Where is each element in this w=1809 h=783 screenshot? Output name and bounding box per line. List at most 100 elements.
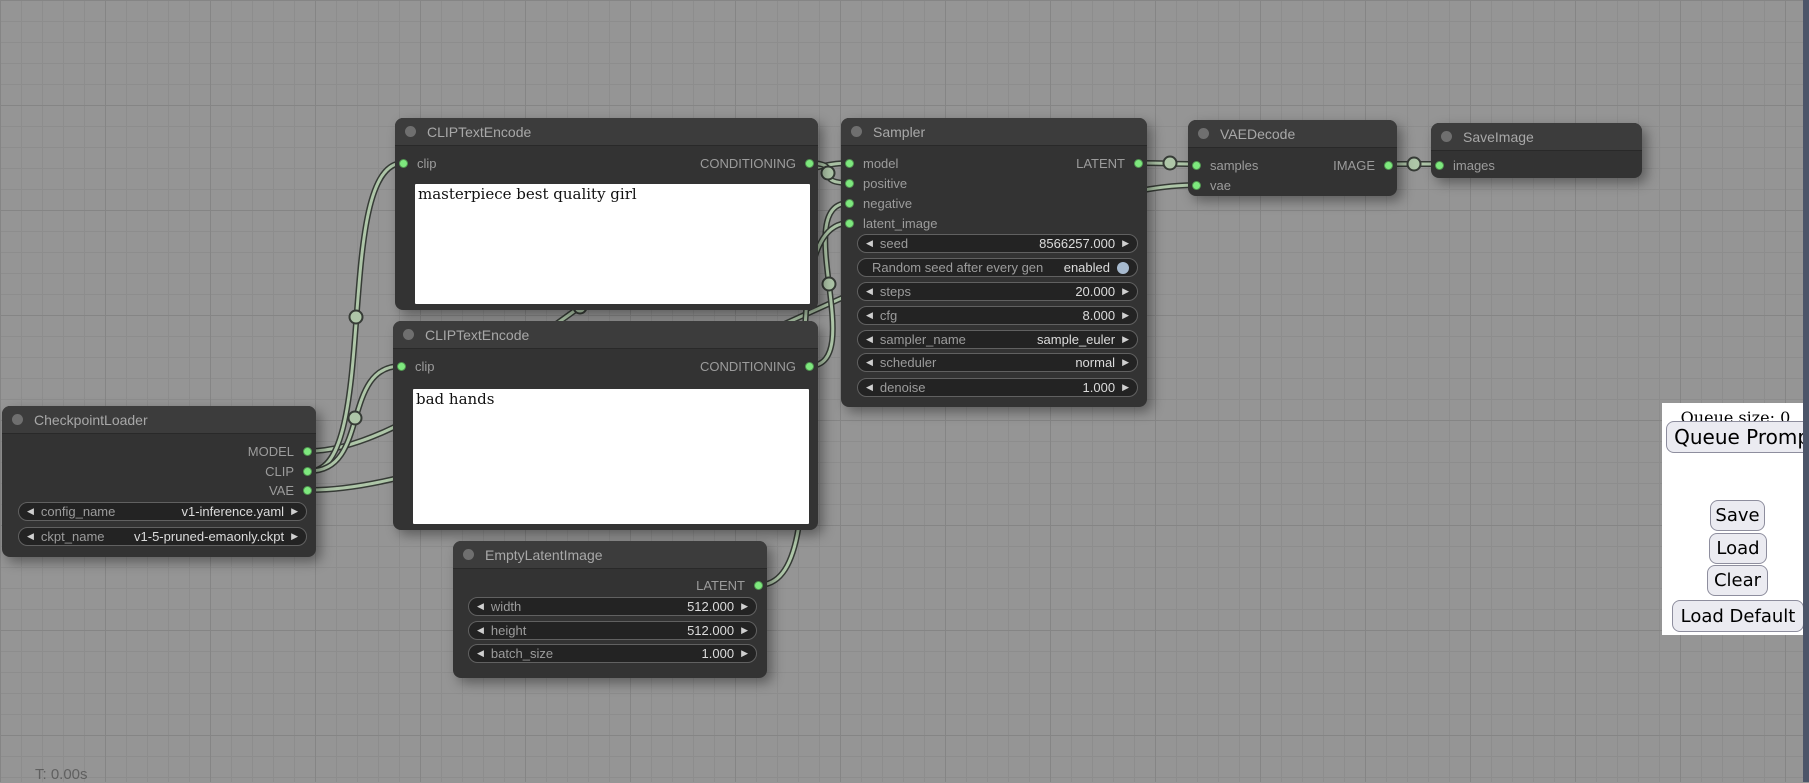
node-empty-latent-image[interactable]: EmptyLatentImage LATENT ◀ width 512.000 … bbox=[453, 541, 767, 678]
input-slot-positive: positive bbox=[841, 174, 1147, 192]
prompt-textarea-negative[interactable]: bad hands bbox=[413, 389, 809, 524]
node-title-bar[interactable]: CheckpointLoader bbox=[2, 406, 316, 434]
output-dot[interactable] bbox=[754, 581, 763, 590]
queue-prompt-button[interactable]: Queue Prompt bbox=[1666, 421, 1809, 453]
decrement-arrow-icon[interactable]: ◀ bbox=[866, 358, 873, 367]
node-title-bar[interactable]: SaveImage bbox=[1431, 123, 1642, 151]
widget-value: enabled bbox=[1064, 260, 1110, 275]
input-dot[interactable] bbox=[1192, 181, 1201, 190]
output-slot-latent: LATENT bbox=[841, 154, 1147, 172]
increment-arrow-icon[interactable]: ▶ bbox=[741, 626, 748, 635]
decrement-arrow-icon[interactable]: ◀ bbox=[477, 602, 484, 611]
output-dot[interactable] bbox=[303, 467, 312, 476]
node-title-bar[interactable]: EmptyLatentImage bbox=[453, 541, 767, 569]
slot-label: LATENT bbox=[696, 578, 745, 593]
node-title-bar[interactable]: CLIPTextEncode bbox=[393, 321, 818, 349]
increment-arrow-icon[interactable]: ▶ bbox=[1122, 383, 1129, 392]
node-save-image[interactable]: SaveImage images bbox=[1431, 123, 1642, 178]
widget-width[interactable]: ◀ width 512.000 ▶ bbox=[468, 597, 757, 616]
output-slot-vae: VAE bbox=[2, 481, 316, 499]
widget-config-name[interactable]: ◀ config_name v1-inference.yaml ▶ bbox=[18, 502, 307, 521]
decrement-arrow-icon[interactable]: ◀ bbox=[866, 335, 873, 344]
increment-arrow-icon[interactable]: ▶ bbox=[1122, 358, 1129, 367]
widget-value: 512.000 bbox=[687, 623, 734, 638]
output-dot[interactable] bbox=[805, 159, 814, 168]
widget-ckpt-name[interactable]: ◀ ckpt_name v1-5-pruned-emaonly.ckpt ▶ bbox=[18, 527, 307, 546]
node-clip-text-encode-negative[interactable]: CLIPTextEncode clip CONDITIONING bad han… bbox=[393, 321, 818, 530]
node-title-bar[interactable]: CLIPTextEncode bbox=[395, 118, 818, 146]
window-scrollbar[interactable] bbox=[1803, 0, 1809, 782]
widget-label: Random seed after every gen bbox=[872, 260, 1043, 275]
widget-batch-size[interactable]: ◀ batch_size 1.000 ▶ bbox=[468, 644, 757, 663]
comfy-menu-panel: Queue size: 0 Queue Prompt Save Load Cle… bbox=[1662, 403, 1809, 635]
widget-value: 1.000 bbox=[702, 646, 735, 661]
input-dot[interactable] bbox=[845, 179, 854, 188]
node-collapse-dot-icon[interactable] bbox=[403, 329, 414, 340]
save-button[interactable]: Save bbox=[1710, 500, 1765, 531]
output-slot-model: MODEL bbox=[2, 442, 316, 460]
node-checkpoint-loader[interactable]: CheckpointLoader MODEL CLIP VAE ◀ config… bbox=[2, 406, 316, 557]
increment-arrow-icon[interactable]: ▶ bbox=[291, 532, 298, 541]
increment-arrow-icon[interactable]: ▶ bbox=[741, 602, 748, 611]
load-button[interactable]: Load bbox=[1709, 533, 1767, 564]
decrement-arrow-icon[interactable]: ◀ bbox=[866, 239, 873, 248]
increment-arrow-icon[interactable]: ▶ bbox=[1122, 335, 1129, 344]
widget-height[interactable]: ◀ height 512.000 ▶ bbox=[468, 621, 757, 640]
node-collapse-dot-icon[interactable] bbox=[405, 126, 416, 137]
output-dot[interactable] bbox=[1384, 161, 1393, 170]
decrement-arrow-icon[interactable]: ◀ bbox=[477, 626, 484, 635]
timing-stats-label: T: 0.00s bbox=[35, 766, 88, 783]
output-dot[interactable] bbox=[303, 447, 312, 456]
widget-random-seed-toggle[interactable]: Random seed after every gen enabled bbox=[857, 258, 1138, 277]
widget-denoise[interactable]: ◀ denoise 1.000 ▶ bbox=[857, 378, 1138, 397]
load-default-button[interactable]: Load Default bbox=[1672, 600, 1804, 632]
widget-scheduler[interactable]: ◀ scheduler normal ▶ bbox=[857, 353, 1138, 372]
increment-arrow-icon[interactable]: ▶ bbox=[291, 507, 298, 516]
input-dot[interactable] bbox=[845, 219, 854, 228]
node-title: CLIPTextEncode bbox=[425, 327, 529, 343]
prompt-textarea-positive[interactable]: masterpiece best quality girl bbox=[415, 184, 810, 304]
increment-arrow-icon[interactable]: ▶ bbox=[1122, 239, 1129, 248]
toggle-circle-icon[interactable] bbox=[1117, 262, 1129, 274]
output-slot-conditioning: CONDITIONING bbox=[393, 357, 818, 375]
clear-button[interactable]: Clear bbox=[1707, 565, 1768, 596]
widget-value: 8566257.000 bbox=[1039, 236, 1115, 251]
node-vae-decode[interactable]: VAEDecode samples IMAGE vae bbox=[1188, 120, 1397, 196]
node-title-bar[interactable]: VAEDecode bbox=[1188, 120, 1397, 148]
decrement-arrow-icon[interactable]: ◀ bbox=[866, 383, 873, 392]
decrement-arrow-icon[interactable]: ◀ bbox=[866, 287, 873, 296]
input-slot-negative: negative bbox=[841, 194, 1147, 212]
node-collapse-dot-icon[interactable] bbox=[851, 126, 862, 137]
widget-seed[interactable]: ◀ seed 8566257.000 ▶ bbox=[857, 234, 1138, 253]
increment-arrow-icon[interactable]: ▶ bbox=[1122, 287, 1129, 296]
increment-arrow-icon[interactable]: ▶ bbox=[741, 649, 748, 658]
decrement-arrow-icon[interactable]: ◀ bbox=[27, 507, 34, 516]
widget-label: width bbox=[491, 599, 521, 614]
decrement-arrow-icon[interactable]: ◀ bbox=[477, 649, 484, 658]
widget-cfg[interactable]: ◀ cfg 8.000 ▶ bbox=[857, 306, 1138, 325]
widget-sampler-name[interactable]: ◀ sampler_name sample_euler ▶ bbox=[857, 330, 1138, 349]
output-dot[interactable] bbox=[1134, 159, 1143, 168]
node-collapse-dot-icon[interactable] bbox=[463, 549, 474, 560]
increment-arrow-icon[interactable]: ▶ bbox=[1122, 311, 1129, 320]
input-dot[interactable] bbox=[1435, 161, 1444, 170]
widget-label: sampler_name bbox=[880, 332, 966, 347]
output-dot[interactable] bbox=[303, 486, 312, 495]
node-title-bar[interactable]: Sampler bbox=[841, 118, 1147, 146]
node-collapse-dot-icon[interactable] bbox=[1198, 128, 1209, 139]
widget-label: config_name bbox=[41, 504, 115, 519]
node-clip-text-encode-positive[interactable]: CLIPTextEncode clip CONDITIONING masterp… bbox=[395, 118, 818, 310]
decrement-arrow-icon[interactable]: ◀ bbox=[866, 311, 873, 320]
node-title: SaveImage bbox=[1463, 129, 1534, 145]
slot-label: CONDITIONING bbox=[700, 359, 796, 374]
node-collapse-dot-icon[interactable] bbox=[1441, 131, 1452, 142]
input-dot[interactable] bbox=[845, 199, 854, 208]
widget-steps[interactable]: ◀ steps 20.000 ▶ bbox=[857, 282, 1138, 301]
node-collapse-dot-icon[interactable] bbox=[12, 414, 23, 425]
widget-label: denoise bbox=[880, 380, 926, 395]
decrement-arrow-icon[interactable]: ◀ bbox=[27, 532, 34, 541]
node-title: EmptyLatentImage bbox=[485, 547, 603, 563]
node-sampler[interactable]: Sampler model LATENT positive negative l… bbox=[841, 118, 1147, 407]
output-dot[interactable] bbox=[805, 362, 814, 371]
slot-label: LATENT bbox=[1076, 156, 1125, 171]
